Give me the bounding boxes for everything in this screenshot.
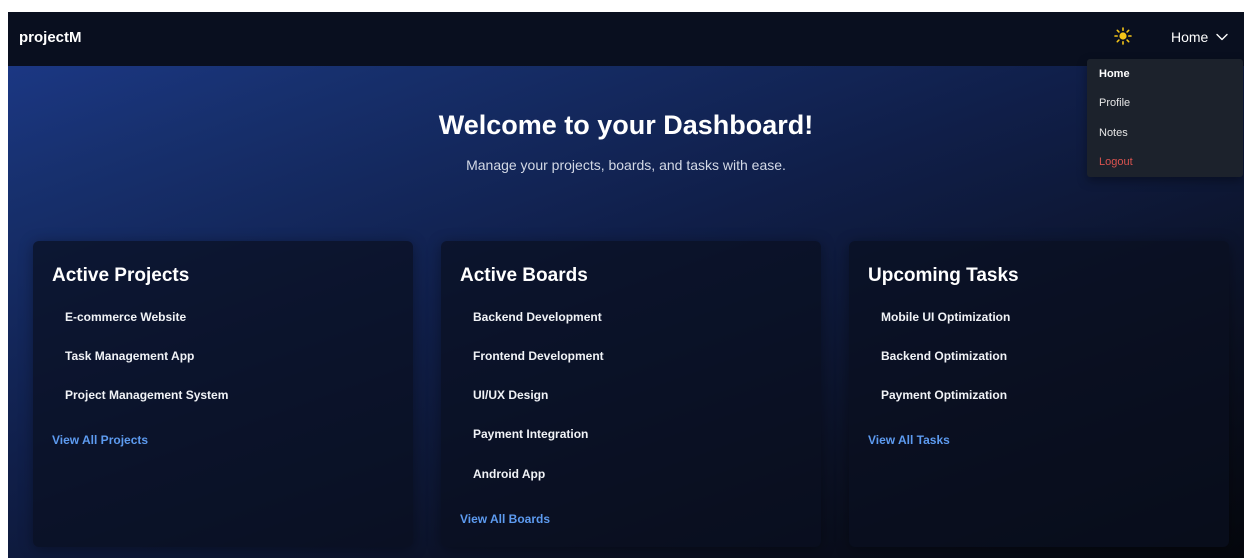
view-all-projects-link[interactable]: View All Projects bbox=[52, 433, 148, 447]
list-item[interactable]: Project Management System bbox=[65, 388, 228, 402]
card-title: Active Boards bbox=[460, 265, 588, 286]
card-title: Upcoming Tasks bbox=[868, 265, 1019, 286]
upcoming-tasks-card: Upcoming Tasks Mobile UI Optimization Ba… bbox=[849, 241, 1229, 547]
list-item[interactable]: Android App bbox=[473, 467, 545, 481]
brand-logo[interactable]: projectM bbox=[19, 29, 82, 46]
list-item[interactable]: Payment Optimization bbox=[881, 388, 1007, 402]
page-subtitle: Manage your projects, boards, and tasks … bbox=[466, 157, 786, 173]
app-root: projectM Home Home Profile Notes Logout … bbox=[8, 12, 1244, 558]
list-item[interactable]: Frontend Development bbox=[473, 349, 604, 363]
active-boards-card: Active Boards Backend Development Fronte… bbox=[441, 241, 821, 547]
nav-menu-toggle[interactable]: Home bbox=[1171, 27, 1229, 47]
dropdown-item-profile[interactable]: Profile bbox=[1099, 97, 1130, 109]
chevron-down-icon bbox=[1216, 33, 1229, 41]
list-item[interactable]: Payment Integration bbox=[473, 427, 588, 441]
list-item[interactable]: Task Management App bbox=[65, 349, 194, 363]
list-item[interactable]: UI/UX Design bbox=[473, 388, 548, 402]
view-all-tasks-link[interactable]: View All Tasks bbox=[868, 433, 950, 447]
dropdown-item-home[interactable]: Home bbox=[1099, 68, 1130, 80]
list-item[interactable]: E-commerce Website bbox=[65, 310, 186, 324]
nav-menu-label: Home bbox=[1171, 29, 1209, 45]
page-title: Welcome to your Dashboard! bbox=[438, 110, 814, 140]
card-title: Active Projects bbox=[52, 265, 190, 286]
navbar: projectM Home bbox=[8, 12, 1244, 66]
list-item[interactable]: Backend Optimization bbox=[881, 349, 1007, 363]
list-item[interactable]: Backend Development bbox=[473, 310, 602, 324]
sun-icon[interactable] bbox=[1114, 27, 1132, 45]
list-item[interactable]: Mobile UI Optimization bbox=[881, 310, 1010, 324]
active-projects-card: Active Projects E-commerce Website Task … bbox=[33, 241, 413, 547]
view-all-boards-link[interactable]: View All Boards bbox=[460, 512, 550, 526]
